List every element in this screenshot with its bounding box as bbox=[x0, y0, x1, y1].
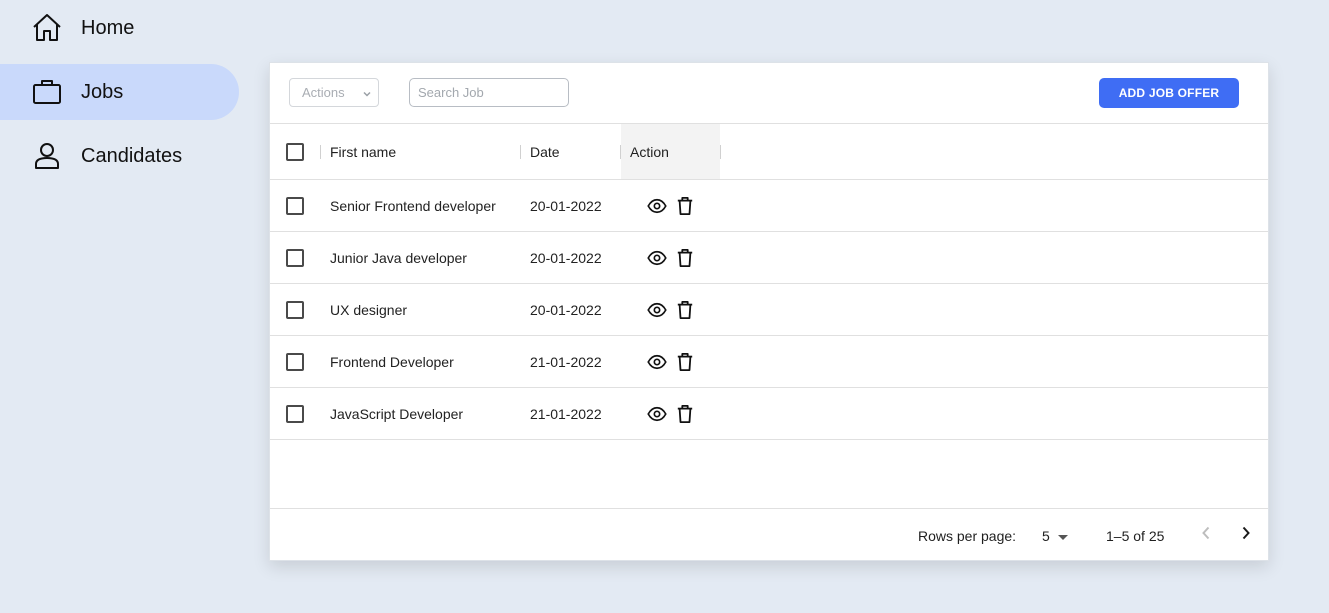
job-date-cell: 20-01-2022 bbox=[530, 301, 602, 318]
job-name-cell: Frontend Developer bbox=[330, 353, 454, 370]
view-eye-icon[interactable] bbox=[646, 351, 668, 373]
view-eye-icon[interactable] bbox=[646, 299, 668, 321]
job-name-cell: Senior Frontend developer bbox=[330, 197, 496, 214]
sidebar-item-home[interactable]: Home bbox=[0, 0, 239, 56]
sidebar-item-label: Home bbox=[81, 16, 135, 39]
select-all-checkbox[interactable] bbox=[286, 142, 304, 161]
row-actions bbox=[646, 284, 696, 335]
view-eye-icon[interactable] bbox=[646, 195, 668, 217]
delete-trash-icon[interactable] bbox=[674, 351, 696, 373]
column-header-action[interactable]: Action bbox=[621, 124, 720, 179]
row-checkbox[interactable] bbox=[286, 248, 304, 267]
table-pagination: Rows per page: 5 1–5 of 25 bbox=[270, 508, 1268, 561]
column-separator[interactable] bbox=[520, 145, 521, 159]
home-icon bbox=[31, 12, 63, 44]
rows-per-page-select[interactable]: 5 bbox=[1042, 509, 1068, 562]
person-icon bbox=[31, 140, 63, 172]
jobs-panel: Actions ADD JOB OFFER First name Date Ac… bbox=[269, 62, 1269, 561]
row-checkbox[interactable] bbox=[286, 196, 304, 215]
sidebar-item-label: Candidates bbox=[81, 144, 183, 167]
column-separator[interactable] bbox=[720, 145, 721, 159]
job-date-cell: 21-01-2022 bbox=[530, 353, 602, 370]
row-checkbox[interactable] bbox=[286, 300, 304, 319]
next-page-button[interactable] bbox=[1234, 523, 1258, 547]
table-row: UX designer 20-01-2022 bbox=[270, 284, 1268, 336]
add-job-offer-button[interactable]: ADD JOB OFFER bbox=[1099, 78, 1239, 108]
table-row: Frontend Developer 21-01-2022 bbox=[270, 336, 1268, 388]
row-actions bbox=[646, 232, 696, 283]
job-name-cell: Junior Java developer bbox=[330, 249, 467, 266]
row-actions bbox=[646, 336, 696, 387]
delete-trash-icon[interactable] bbox=[674, 247, 696, 269]
column-header-first-name[interactable]: First name bbox=[330, 124, 520, 179]
actions-select[interactable]: Actions bbox=[289, 78, 379, 107]
rows-per-page-label: Rows per page: bbox=[918, 527, 1017, 544]
pagination-range: 1–5 of 25 bbox=[1106, 527, 1165, 544]
row-actions bbox=[646, 180, 696, 231]
sidebar-item-label: Jobs bbox=[81, 80, 124, 103]
select-all-cell bbox=[286, 124, 304, 179]
job-date-cell: 21-01-2022 bbox=[530, 405, 602, 422]
column-header-date[interactable]: Date bbox=[530, 124, 620, 179]
search-input[interactable] bbox=[409, 78, 569, 107]
toolbar: Actions ADD JOB OFFER bbox=[270, 63, 1268, 123]
table-row: Junior Java developer 20-01-2022 bbox=[270, 232, 1268, 284]
job-date-cell: 20-01-2022 bbox=[530, 249, 602, 266]
view-eye-icon[interactable] bbox=[646, 403, 668, 425]
jobs-table: First name Date Action Senior Frontend d… bbox=[270, 123, 1268, 508]
table-row: Senior Frontend developer 20-01-2022 bbox=[270, 180, 1268, 232]
sidebar-item-candidates[interactable]: Candidates bbox=[0, 128, 239, 184]
row-actions bbox=[646, 388, 696, 439]
delete-trash-icon[interactable] bbox=[674, 195, 696, 217]
caret-down-icon bbox=[1057, 528, 1068, 544]
briefcase-icon bbox=[31, 76, 63, 108]
job-date-cell: 20-01-2022 bbox=[530, 197, 602, 214]
view-eye-icon[interactable] bbox=[646, 247, 668, 269]
column-separator[interactable] bbox=[320, 145, 321, 159]
row-checkbox[interactable] bbox=[286, 352, 304, 371]
delete-trash-icon[interactable] bbox=[674, 403, 696, 425]
table-row: JavaScript Developer 21-01-2022 bbox=[270, 388, 1268, 440]
app-root: Home Jobs Candidates Actions Search Job … bbox=[0, 0, 1329, 613]
sidebar-item-jobs[interactable]: Jobs bbox=[0, 64, 239, 120]
delete-trash-icon[interactable] bbox=[674, 299, 696, 321]
rows-per-page-value: 5 bbox=[1042, 527, 1050, 544]
table-header: First name Date Action bbox=[270, 124, 1268, 180]
actions-select-label: Actions bbox=[302, 85, 345, 100]
job-name-cell: UX designer bbox=[330, 301, 408, 318]
job-name-cell: JavaScript Developer bbox=[330, 405, 464, 422]
previous-page-button[interactable] bbox=[1194, 523, 1218, 547]
row-checkbox[interactable] bbox=[286, 404, 304, 423]
chevron-down-icon bbox=[362, 87, 372, 102]
chevron-left-icon bbox=[1201, 526, 1211, 545]
chevron-right-icon bbox=[1241, 526, 1251, 545]
